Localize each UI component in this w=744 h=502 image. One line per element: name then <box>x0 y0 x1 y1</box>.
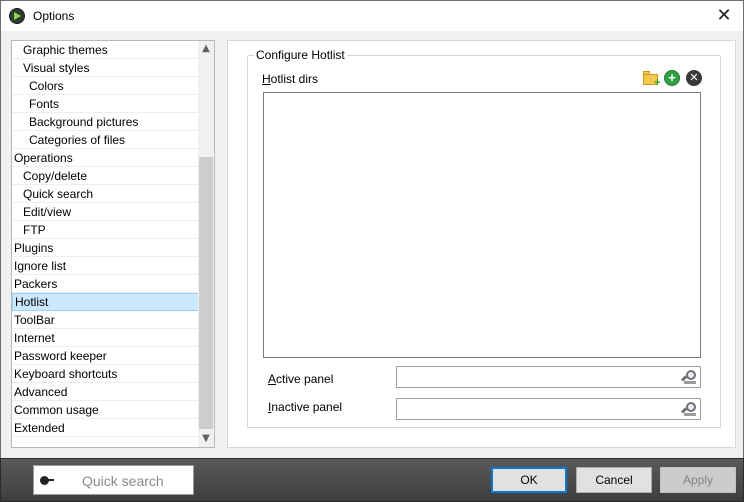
tree-item-graphic-themes[interactable]: Graphic themes <box>12 41 200 59</box>
tree-item-toolbar[interactable]: ToolBar <box>12 311 200 329</box>
hotlist-panel: Configure Hotlist Hotlist dirs + + ✕ Act… <box>227 40 736 448</box>
active-panel-label-text: ctive panel <box>276 372 334 386</box>
window-title: Options <box>33 9 75 23</box>
tree-item-ignore-list[interactable]: Ignore list <box>12 257 200 275</box>
remove-icon[interactable]: ✕ <box>686 70 702 86</box>
tree-item-common-usage[interactable]: Common usage <box>12 401 200 419</box>
search-icon-tail <box>47 479 54 481</box>
tree-item-hotlist[interactable]: Hotlist <box>12 293 200 311</box>
tree-item-internet[interactable]: Internet <box>12 329 200 347</box>
tree-item-advanced[interactable]: Advanced <box>12 383 200 401</box>
close-icon[interactable]: ✕ <box>715 7 733 25</box>
add-folder-icon[interactable]: + <box>643 70 661 89</box>
app-logo-icon <box>9 8 25 24</box>
browse-lens-shape <box>686 370 696 380</box>
tree-scrollbar[interactable]: ▲ ▼ <box>198 41 214 447</box>
tree-item-colors[interactable]: Colors <box>12 77 200 95</box>
cancel-button[interactable]: Cancel <box>576 467 652 493</box>
group-title: Configure Hotlist <box>254 48 347 62</box>
tree-item-plugins[interactable]: Plugins <box>12 239 200 257</box>
quick-search-input[interactable]: Quick search <box>33 465 194 495</box>
tree-item-fonts[interactable]: Fonts <box>12 95 200 113</box>
tree-item-quick-search[interactable]: Quick search <box>12 185 200 203</box>
tree-item-edit-view[interactable]: Edit/view <box>12 203 200 221</box>
hotlist-dirs-list[interactable] <box>263 92 701 358</box>
footer-bar: Quick search OK Cancel Apply <box>0 458 744 502</box>
browse-lens-shape <box>686 402 696 412</box>
tree-item-list: Graphic themes Visual styles Colors Fonts Ba… <box>12 41 200 437</box>
tree-item-background-pictures[interactable]: Background pictures <box>12 113 200 131</box>
inactive-panel-browse-icon[interactable] <box>680 402 697 416</box>
hotlist-dirs-access-key: H <box>262 72 271 86</box>
dialog-body: Graphic themes Visual styles Colors Fonts Ba… <box>0 31 744 458</box>
quick-search-placeholder: Quick search <box>82 473 164 489</box>
apply-button[interactable]: Apply <box>660 467 736 493</box>
tree-item-keyboard-shortcuts[interactable]: Keyboard shortcuts <box>12 365 200 383</box>
active-panel-field[interactable] <box>396 366 701 388</box>
options-tree: Graphic themes Visual styles Colors Fonts Ba… <box>11 40 215 448</box>
tree-item-copy-delete[interactable]: Copy/delete <box>12 167 200 185</box>
tree-item-extended[interactable]: Extended <box>12 419 200 437</box>
hotlist-dirs-label: Hotlist dirs <box>262 72 318 86</box>
active-panel-access-key: A <box>268 372 277 386</box>
tree-item-password-keeper[interactable]: Password keeper <box>12 347 200 365</box>
inactive-panel-field[interactable] <box>396 398 701 420</box>
browse-base-shape <box>684 413 696 416</box>
active-panel-browse-icon[interactable] <box>680 370 697 384</box>
inactive-panel-label: Inactive panel <box>268 400 342 414</box>
tree-item-ftp[interactable]: FTP <box>12 221 200 239</box>
active-panel-label: Active panel <box>268 372 333 386</box>
add-icon[interactable]: + <box>664 70 680 86</box>
title-bar: Options ✕ <box>0 0 744 31</box>
folder-plus-mark: + <box>654 77 661 89</box>
tree-item-visual-styles[interactable]: Visual styles <box>12 59 200 77</box>
scroll-down-icon[interactable]: ▼ <box>198 431 214 447</box>
hotlist-dirs-label-text: otlist dirs <box>270 72 319 86</box>
scroll-thumb[interactable] <box>199 157 213 429</box>
configure-hotlist-group: Configure Hotlist Hotlist dirs + + ✕ Act… <box>247 48 721 428</box>
tree-item-packers[interactable]: Packers <box>12 275 200 293</box>
tree-item-operations[interactable]: Operations <box>12 149 200 167</box>
ok-button[interactable]: OK <box>491 467 567 493</box>
tree-item-categories-of-files[interactable]: Categories of files <box>12 131 200 149</box>
scroll-up-icon[interactable]: ▲ <box>198 41 214 57</box>
inactive-panel-label-text: nactive panel <box>271 400 343 414</box>
search-icon <box>40 476 54 485</box>
browse-base-shape <box>684 381 696 384</box>
